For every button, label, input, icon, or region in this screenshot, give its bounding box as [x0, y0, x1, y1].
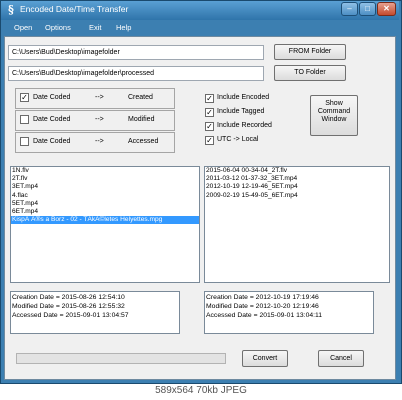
date-accessed-arrow: --> [95, 138, 104, 145]
target-file-item[interactable]: 2015-06-04 00-34-04_2T.flv [205, 167, 389, 175]
source-file-item-selected[interactable]: KispĂ Ă®s a Borz - 02 - TĂ­kĂ©letes Hely… [11, 216, 199, 225]
target-creation-date: Creation Date = 2012-10-19 17:19:46 [206, 294, 319, 301]
include-tagged-checkbox[interactable]: ✓ [205, 108, 214, 117]
target-file-list[interactable]: 2015-06-04 00-34-04_2T.flv 2011-03-12 01… [204, 166, 390, 283]
target-file-item[interactable]: 2011-03-12 01-37-32_3ET.mp4 [205, 175, 389, 183]
date-modified-checkbox[interactable] [20, 115, 29, 124]
progress-bar [16, 353, 226, 364]
image-info-label: 589x564 70kb JPEG [155, 385, 247, 396]
menu-options[interactable]: Options [45, 23, 71, 32]
target-file-item[interactable]: 2009-02-19 15-49-05_6ET.mp4 [205, 192, 389, 200]
date-created-source-label: Date Coded [33, 94, 71, 101]
close-icon[interactable]: ✕ [377, 2, 396, 16]
source-file-item[interactable]: 3ET.mp4 [11, 183, 199, 191]
menu-help[interactable]: Help [116, 23, 131, 32]
from-folder-button[interactable]: FROM Folder [274, 44, 346, 60]
source-creation-date: Creation Date = 2015-08-26 12:54:10 [12, 294, 125, 301]
from-folder-input[interactable]: C:\Users\Bud\Desktop\imagefolder [8, 45, 264, 60]
include-encoded-checkbox[interactable]: ✓ [205, 94, 214, 103]
date-created-target-label: Created [128, 94, 153, 101]
target-modified-date: Modified Date = 2012-10-20 12:19:46 [206, 303, 319, 310]
source-file-item[interactable]: 4.flac [11, 192, 199, 200]
source-file-item[interactable]: 6ET.mp4 [11, 208, 199, 216]
date-modified-arrow: --> [95, 116, 104, 123]
include-recorded-checkbox[interactable]: ✓ [205, 122, 214, 131]
utc-local-checkbox[interactable]: ✓ [205, 136, 214, 145]
source-file-item[interactable]: 5ET.mp4 [11, 200, 199, 208]
app-icon: § [8, 3, 14, 16]
cancel-button[interactable]: Cancel [318, 350, 364, 367]
date-created-checkbox[interactable]: ✓ [20, 93, 29, 102]
menu-open[interactable]: Open [14, 23, 32, 32]
include-tagged-label: Include Tagged [217, 108, 265, 115]
to-folder-button[interactable]: TO Folder [274, 65, 346, 81]
date-modified-target-label: Modified [128, 116, 155, 123]
menu-exit[interactable]: Exit [89, 23, 102, 32]
date-accessed-checkbox[interactable] [20, 137, 29, 146]
source-file-list[interactable]: 1N.flv 2T.flv 3ET.mp4 4.flac 5ET.mp4 6ET… [10, 166, 200, 283]
to-folder-input[interactable]: C:\Users\Bud\Desktop\imagefolder\process… [8, 66, 264, 81]
target-file-item[interactable]: 2012-10-19 12-19-46_5ET.mp4 [205, 183, 389, 191]
date-accessed-source-label: Date Coded [33, 138, 71, 145]
include-recorded-label: Include Recorded [217, 122, 272, 129]
source-file-item[interactable]: 1N.flv [11, 167, 199, 175]
convert-button[interactable]: Convert [242, 350, 288, 367]
date-accessed-target-label: Accessed [128, 138, 159, 145]
date-created-arrow: --> [95, 94, 104, 101]
include-encoded-label: Include Encoded [217, 94, 270, 101]
maximize-icon[interactable]: □ [359, 2, 376, 16]
utc-local-label: UTC -> Local [217, 136, 259, 143]
date-modified-source-label: Date Coded [33, 116, 71, 123]
source-accessed-date: Accessed Date = 2015-09-01 13:04:57 [12, 312, 129, 319]
show-command-window-button[interactable]: Show Command Window [310, 95, 358, 136]
target-accessed-date: Accessed Date = 2015-09-01 13:04:11 [206, 312, 323, 319]
image-footer: 589x564 70kb JPEG [0, 384, 402, 400]
target-info-box: Creation Date = 2012-10-19 17:19:46 Modi… [204, 291, 374, 334]
source-info-box: Creation Date = 2015-08-26 12:54:10 Modi… [10, 291, 180, 334]
source-modified-date: Modified Date = 2015-08-26 12:55:32 [12, 303, 125, 310]
minimize-icon[interactable]: – [341, 2, 358, 16]
source-file-item[interactable]: 2T.flv [11, 175, 199, 183]
window-title: Encoded Date/Time Transfer [20, 4, 129, 14]
